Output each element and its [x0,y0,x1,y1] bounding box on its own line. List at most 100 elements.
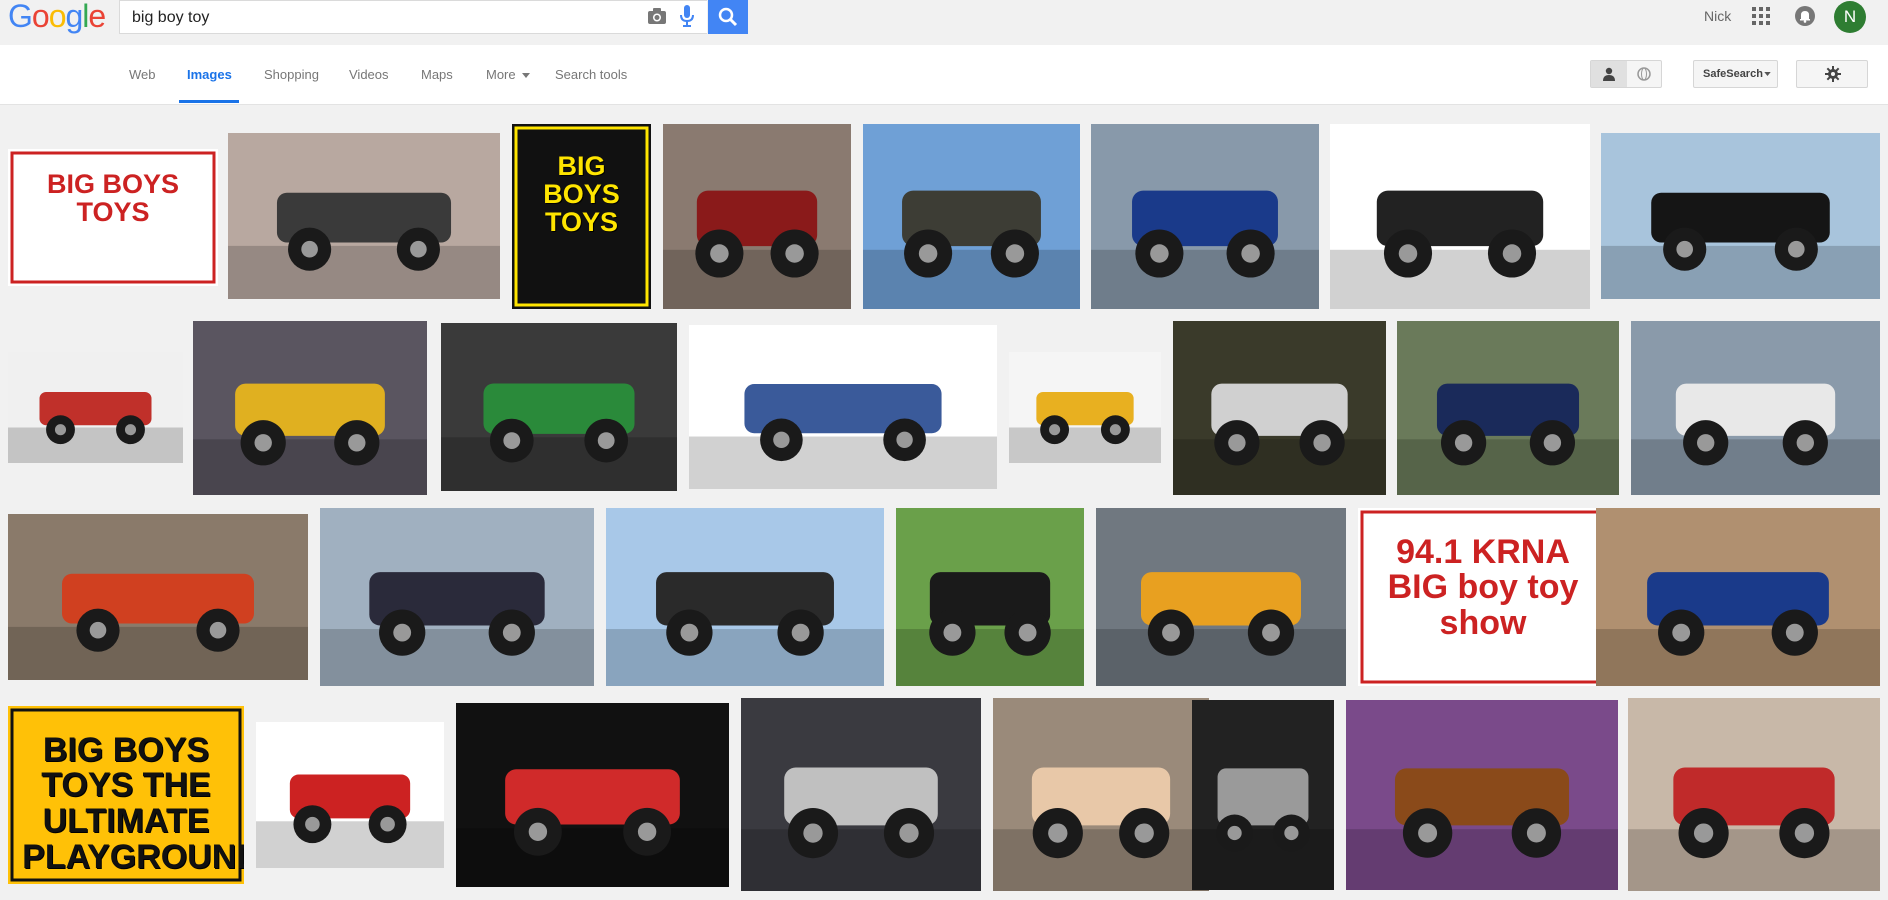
tab-more[interactable]: More [486,67,531,82]
image-thumbnail [863,190,1080,309]
apps-grid-icon[interactable] [1752,7,1770,25]
logo-letter: G [8,0,33,34]
image-result[interactable] [456,703,729,887]
tab-more-label: More [486,67,516,82]
safesearch-dropdown[interactable]: SafeSearch [1693,60,1778,88]
settings-button[interactable] [1796,60,1868,88]
tab-search-tools[interactable]: Search tools [555,67,627,82]
tab-shopping[interactable]: Shopping [264,67,319,82]
image-result[interactable] [1601,133,1880,299]
image-result[interactable]: 94.1 KRNA BIG boy toy show [1358,508,1608,686]
image-result[interactable] [1330,124,1590,309]
image-thumbnail [256,774,444,868]
logo-letter: e [88,0,106,34]
image-result[interactable] [1628,698,1880,891]
image-thumbnail [1096,572,1346,686]
logo-letter: g [65,0,83,34]
image-thumbnail [741,767,981,891]
image-result[interactable] [1596,508,1880,686]
image-result[interactable]: BIG BOYS TOYS [512,124,651,309]
image-result[interactable] [320,508,594,686]
image-embedded-text: BIG BOYS TOYS [46,168,179,227]
image-result[interactable] [1096,508,1346,686]
image-result[interactable] [8,352,183,463]
image-result[interactable]: BIG BOYS TOYS [8,149,218,286]
notifications-bell-icon[interactable] [1795,6,1815,26]
image-embedded-text: 94.1 KRNA BIG boy toy show [1387,532,1579,643]
tab-maps[interactable]: Maps [421,67,453,82]
image-thumbnail [1091,190,1319,309]
search-input[interactable] [130,1,634,35]
personal-results-toggle [1590,60,1662,88]
image-thumbnail [1628,767,1880,891]
search-box[interactable] [119,0,707,35]
microphone-icon[interactable] [680,5,694,27]
image-thumbnail [8,391,183,463]
image-result[interactable] [1346,700,1618,890]
logo-letter: o [31,0,50,34]
image-result[interactable] [1631,321,1880,495]
image-result[interactable] [1397,321,1619,495]
logo-letter: o [48,0,67,34]
image-result[interactable] [441,323,677,491]
image-embedded-text: BIG BOYS TOYS [543,150,620,238]
image-result[interactable]: BIG BOYS TOYS THE ULTIMATE PLAYGROUND™ [8,706,244,884]
search-button[interactable] [708,0,748,34]
avatar[interactable]: N [1834,1,1866,33]
caret-down-icon [522,73,531,79]
image-result[interactable] [1009,352,1161,463]
tab-videos[interactable]: Videos [349,67,389,82]
image-thumbnail [193,383,427,495]
image-result[interactable] [606,508,884,686]
image-result[interactable] [8,514,308,680]
image-thumbnail [1596,572,1880,686]
image-thumbnail [896,572,1084,686]
image-result[interactable] [228,133,500,299]
image-result[interactable] [741,698,981,891]
caret-down-icon [1764,72,1771,76]
image-result[interactable] [1091,124,1319,309]
image-result[interactable] [896,508,1084,686]
google-logo[interactable]: Google [8,0,106,34]
image-thumbnail [1173,383,1386,495]
image-thumbnail [1631,383,1880,495]
image-thumbnail [1397,383,1619,495]
image-thumbnail [320,572,594,686]
image-result[interactable] [1173,321,1386,495]
image-thumbnail [441,383,677,491]
search-tabs-bar: Web Images Shopping Videos Maps More Sea… [0,45,1888,105]
image-result[interactable] [256,722,444,868]
safesearch-label: SafeSearch [1703,68,1763,80]
global-results-button[interactable] [1627,61,1661,87]
globe-icon [1637,67,1651,81]
camera-icon[interactable] [647,7,667,25]
image-result[interactable] [663,124,851,309]
image-result[interactable] [993,698,1209,891]
image-thumbnail [1192,768,1334,890]
image-thumbnail [689,384,997,489]
active-tab-indicator [179,100,239,103]
user-name[interactable]: Nick [1704,8,1731,24]
image-thumbnail [1601,192,1880,299]
image-result[interactable] [689,325,997,489]
image-result[interactable] [863,124,1080,309]
image-thumbnail [456,769,729,887]
image-thumbnail [8,573,308,680]
image-thumbnail [228,192,500,299]
tab-web[interactable]: Web [129,67,156,82]
image-thumbnail [1009,391,1161,463]
image-result[interactable] [1192,700,1334,890]
image-thumbnail [1330,190,1590,309]
image-results-grid: BIG BOYS TOYS BIG BOYS TOYS 94.1 KRNA BIG … [0,106,1888,900]
person-icon [1603,67,1615,81]
image-thumbnail [1346,768,1618,890]
image-thumbnail [993,767,1209,891]
image-thumbnail [663,190,851,309]
search-icon [718,7,738,27]
top-bar: Google Nick N [0,0,1888,45]
personal-results-button[interactable] [1591,61,1627,87]
image-embedded-text: BIG BOYS TOYS THE ULTIMATE PLAYGROUND™ [22,730,244,876]
image-result[interactable] [193,321,427,495]
gear-icon [1825,66,1841,82]
tab-images[interactable]: Images [187,67,232,82]
